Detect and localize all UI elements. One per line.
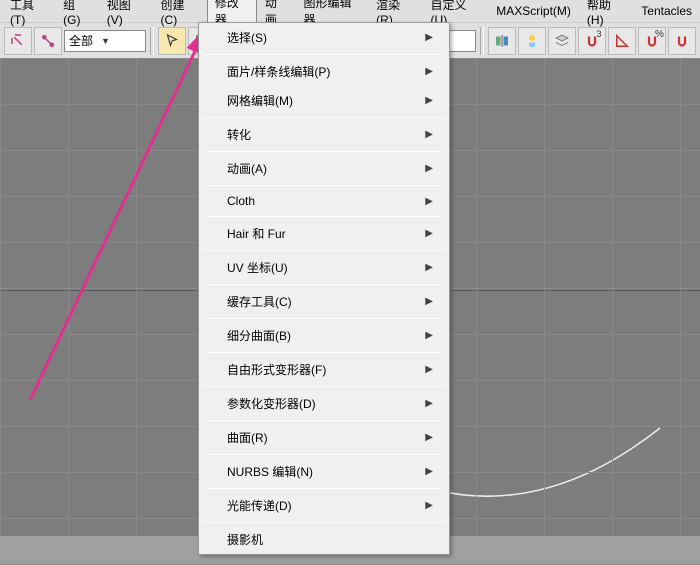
- menu-item-label: 转化: [227, 126, 251, 143]
- menu-item-label: Cloth: [227, 194, 255, 208]
- separator: [480, 27, 484, 55]
- menu-item[interactable]: 摄影机: [199, 525, 449, 554]
- menu-item-label: 曲面(R): [227, 429, 268, 446]
- menu-视图[interactable]: 视图(V): [99, 0, 153, 29]
- layer-tool-icon[interactable]: [548, 27, 576, 55]
- menu-item[interactable]: 缓存工具(C) ▶: [199, 287, 449, 316]
- submenu-arrow-icon: ▶: [425, 500, 433, 511]
- menu-帮助[interactable]: 帮助(H): [579, 0, 633, 29]
- mirror-tool-icon[interactable]: [488, 27, 516, 55]
- menu-item[interactable]: UV 坐标(U) ▶: [199, 253, 449, 282]
- menu-separator: [205, 318, 443, 319]
- submenu-arrow-icon: ▶: [425, 432, 433, 443]
- angle-snap-icon[interactable]: [608, 27, 636, 55]
- menu-item-label: 光能传递(D): [227, 497, 292, 514]
- submenu-arrow-icon: ▶: [425, 95, 433, 106]
- menu-separator: [205, 284, 443, 285]
- submenu-arrow-icon: ▶: [425, 364, 433, 375]
- menu-工具[interactable]: 工具(T): [2, 0, 55, 29]
- menu-item-label: 选择(S): [227, 29, 267, 46]
- menu-item[interactable]: Hair 和 Fur ▶: [199, 219, 449, 248]
- tool-unlink-icon[interactable]: [4, 27, 32, 55]
- menu-separator: [205, 420, 443, 421]
- menu-separator: [205, 352, 443, 353]
- menubar: 工具(T)组(G)视图(V)创建(C)修改器动画图形编辑器渲染(R)自定义(U)…: [0, 0, 700, 22]
- menu-item[interactable]: 选择(S) ▶: [199, 23, 449, 52]
- menu-item[interactable]: 动画(A) ▶: [199, 154, 449, 183]
- submenu-arrow-icon: ▶: [425, 262, 433, 273]
- align-tool-icon[interactable]: [518, 27, 546, 55]
- menu-item-label: 面片/样条线编辑(P): [227, 63, 330, 80]
- separator: [150, 27, 154, 55]
- menu-item-label: 细分曲面(B): [227, 327, 291, 344]
- menu-item-label: NURBS 编辑(N): [227, 463, 313, 480]
- submenu-arrow-icon: ▶: [425, 129, 433, 140]
- menu-item-label: 缓存工具(C): [227, 293, 292, 310]
- menu-separator: [205, 117, 443, 118]
- menu-item[interactable]: NURBS 编辑(N) ▶: [199, 457, 449, 486]
- menu-separator: [205, 250, 443, 251]
- tool-schematic-icon[interactable]: [34, 27, 62, 55]
- menu-item[interactable]: Cloth ▶: [199, 188, 449, 214]
- modifiers-dropdown-menu: 选择(S)▶面片/样条线编辑(P)▶网格编辑(M)▶转化▶动画(A)▶Cloth…: [198, 22, 450, 555]
- menu-item[interactable]: 曲面(R) ▶: [199, 423, 449, 452]
- submenu-arrow-icon: ▶: [425, 32, 433, 43]
- submenu-arrow-icon: ▶: [425, 466, 433, 477]
- menu-item[interactable]: 细分曲面(B) ▶: [199, 321, 449, 350]
- menu-item-label: 动画(A): [227, 160, 267, 177]
- submenu-arrow-icon: ▶: [425, 228, 433, 239]
- menu-separator: [205, 151, 443, 152]
- menu-item-label: 自由形式变形器(F): [227, 361, 326, 378]
- menu-item[interactable]: 面片/样条线编辑(P) ▶: [199, 57, 449, 86]
- menu-item[interactable]: 自由形式变形器(F) ▶: [199, 355, 449, 384]
- menu-separator: [205, 54, 443, 55]
- submenu-arrow-icon: ▶: [425, 66, 433, 77]
- submenu-arrow-icon: ▶: [425, 196, 433, 207]
- submenu-arrow-icon: ▶: [425, 398, 433, 409]
- menu-组[interactable]: 组(G): [55, 0, 99, 29]
- menu-item-label: Hair 和 Fur: [227, 225, 286, 242]
- submenu-arrow-icon: ▶: [425, 330, 433, 341]
- menu-tentacles[interactable]: Tentacles: [633, 2, 700, 20]
- menu-item[interactable]: 参数化变形器(D) ▶: [199, 389, 449, 418]
- spinner-snap-icon[interactable]: [668, 27, 696, 55]
- menu-separator: [205, 185, 443, 186]
- filter-combo[interactable]: 全部 ▼: [64, 30, 146, 52]
- filter-combo-value: 全部: [69, 32, 93, 49]
- menu-item-label: 网格编辑(M): [227, 92, 293, 109]
- menu-item[interactable]: 网格编辑(M) ▶: [199, 86, 449, 115]
- menu-separator: [205, 386, 443, 387]
- menu-item-label: UV 坐标(U): [227, 259, 288, 276]
- chevron-down-icon: ▼: [101, 36, 110, 46]
- submenu-arrow-icon: ▶: [425, 163, 433, 174]
- menu-item-label: 参数化变形器(D): [227, 395, 316, 412]
- snap-toggle-icon[interactable]: 3: [578, 27, 606, 55]
- menu-item[interactable]: 光能传递(D) ▶: [199, 491, 449, 520]
- menu-item[interactable]: 转化 ▶: [199, 120, 449, 149]
- menu-separator: [205, 454, 443, 455]
- menu-separator: [205, 522, 443, 523]
- submenu-arrow-icon: ▶: [425, 296, 433, 307]
- select-tool-icon[interactable]: [158, 27, 186, 55]
- percent-snap-icon[interactable]: %: [638, 27, 666, 55]
- menu-separator: [205, 488, 443, 489]
- menu-item-label: 摄影机: [227, 531, 263, 548]
- menu-separator: [205, 216, 443, 217]
- menu-maxscript[interactable]: MAXScript(M): [488, 2, 579, 20]
